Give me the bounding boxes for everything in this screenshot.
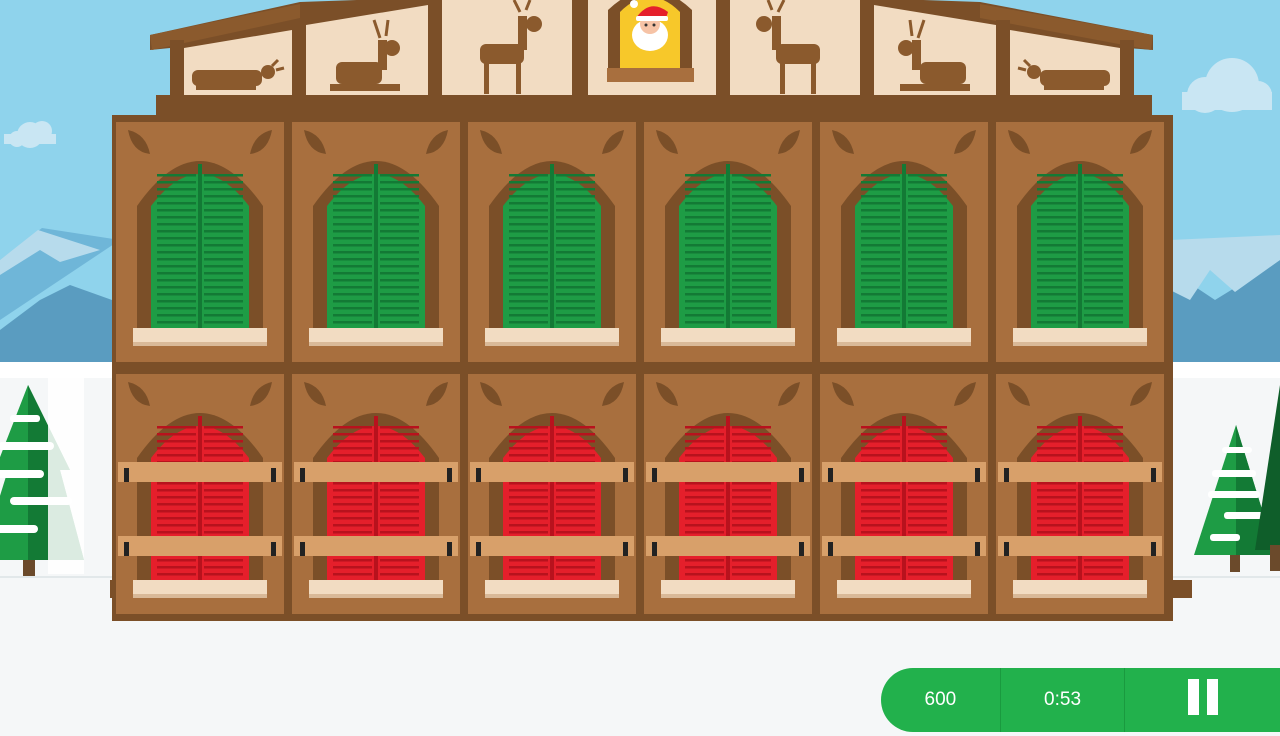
attic-floor-beam [156, 95, 1152, 115]
window-red-shutters[interactable] [468, 374, 636, 614]
hud-panel: 600 0:53 [881, 668, 1280, 732]
game-scene [0, 0, 1280, 736]
snow-fence-right [1168, 362, 1280, 378]
window-red-shutters[interactable] [820, 374, 988, 614]
house-base-ledge-right [1166, 580, 1192, 598]
pause-icon [1184, 679, 1222, 721]
santa-window [607, 0, 694, 82]
window-red-shutters[interactable] [116, 374, 284, 614]
timer-display: 0:53 [1001, 668, 1126, 732]
window-green-shutters[interactable] [292, 122, 460, 362]
window-red-shutters[interactable] [292, 374, 460, 614]
window-green-shutters[interactable] [468, 122, 636, 362]
window-red-shutters[interactable] [996, 374, 1164, 614]
window-red-shutters[interactable] [644, 374, 812, 614]
house-row-divider [112, 362, 1173, 374]
window-green-shutters[interactable] [116, 122, 284, 362]
window-green-shutters[interactable] [644, 122, 812, 362]
window-green-shutters[interactable] [996, 122, 1164, 362]
pause-button[interactable] [1125, 668, 1280, 732]
snow-fence-left [0, 362, 112, 378]
window-green-shutters[interactable] [820, 122, 988, 362]
score-display: 600 [881, 668, 1001, 732]
